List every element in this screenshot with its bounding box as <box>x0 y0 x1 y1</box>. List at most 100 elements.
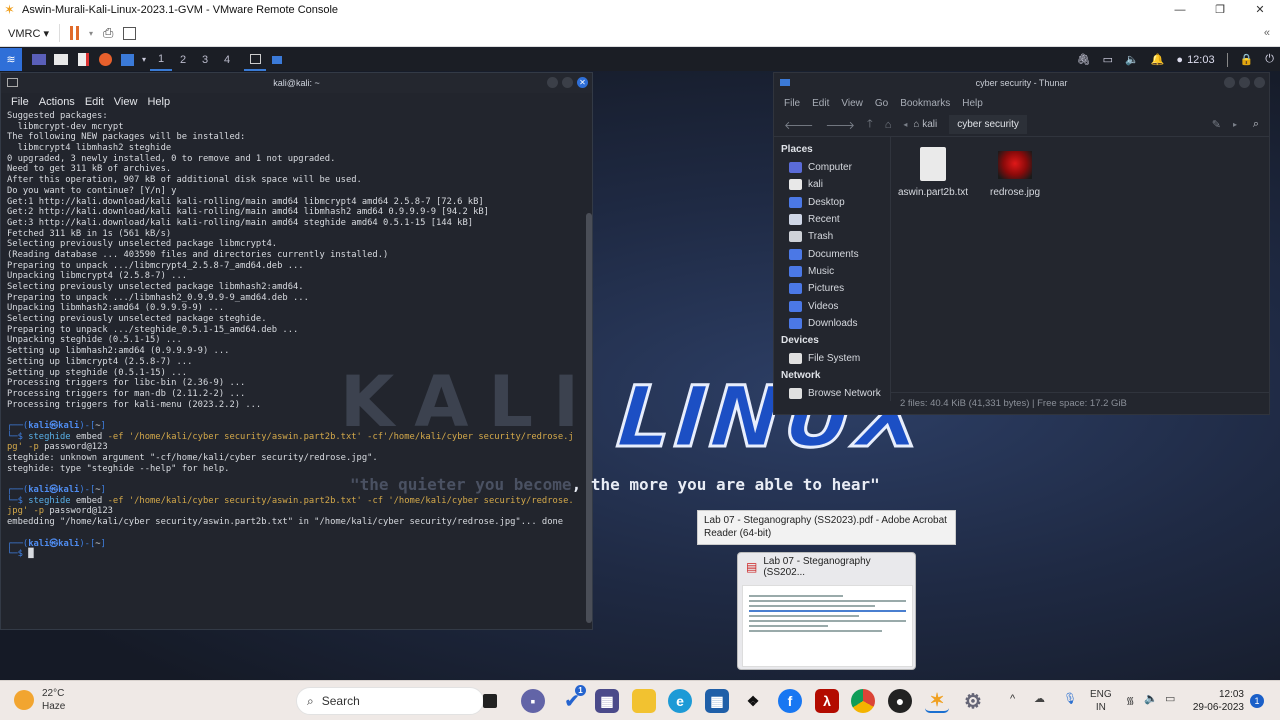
sidebar-item-computer[interactable]: Computer <box>774 159 889 176</box>
minimize-button[interactable]: — <box>1160 0 1200 20</box>
workspace-1[interactable]: 1 <box>150 48 172 71</box>
taskbar-clock[interactable]: 12:03 29-06-2023 <box>1186 688 1244 714</box>
menu-help[interactable]: Help <box>147 96 170 108</box>
vmware-remote-console-icon[interactable]: ✶ <box>925 689 949 713</box>
thunar-minimize-button[interactable] <box>1224 77 1235 88</box>
task-thunar[interactable] <box>266 48 288 71</box>
path-kali[interactable]: ⌂ kali <box>913 119 937 130</box>
sidebar-item-pictures[interactable]: Pictures <box>774 280 889 297</box>
menu-view[interactable]: View <box>114 96 138 108</box>
task-terminal[interactable] <box>244 48 266 71</box>
terminal-scrollbar[interactable] <box>586 213 592 623</box>
panel-clock[interactable]: 12:03 <box>1187 54 1215 66</box>
kali-menu-icon[interactable]: ≋ <box>0 48 22 71</box>
wifi-icon[interactable]: ᯾ <box>1126 693 1135 707</box>
power-icon[interactable]: ⏻ <box>1265 53 1274 66</box>
file-item[interactable]: redrose.jpg <box>975 147 1055 198</box>
workspace-3[interactable]: 3 <box>194 48 216 71</box>
terminal-line: Fetched 311 kB in 1s (561 kB/s) <box>7 228 172 239</box>
firefox-icon[interactable] <box>94 48 116 71</box>
send-keys-icon[interactable]: ⎙ <box>103 25 113 41</box>
sidebar-item-browse-network[interactable]: Browse Network <box>774 385 889 402</box>
thunar-menu-help[interactable]: Help <box>962 98 983 109</box>
speaker-icon[interactable]: 🔈 <box>1144 692 1158 705</box>
menu-actions[interactable]: Actions <box>39 96 75 108</box>
back-icon[interactable]: 🡐 <box>784 118 814 132</box>
bell-icon[interactable]: 🔔 <box>1151 53 1165 66</box>
dropbox-icon[interactable]: ❖ <box>741 689 765 713</box>
thunar-menu-go[interactable]: Go <box>875 98 888 109</box>
path-right-icon[interactable]: ▸ <box>1233 120 1237 129</box>
thunar-menu-bookmarks[interactable]: Bookmarks <box>900 98 950 109</box>
weather-widget[interactable]: 22°C Haze <box>14 687 65 713</box>
thunar-maximize-button[interactable] <box>1239 77 1250 88</box>
sidebar-item-file-system[interactable]: File System <box>774 350 889 367</box>
notification-badge[interactable]: 1 <box>1250 694 1264 708</box>
edit-path-icon[interactable]: ✎ <box>1212 118 1221 131</box>
terminal-minimize-button[interactable] <box>547 77 558 88</box>
sidebar-item-music[interactable]: Music <box>774 263 889 280</box>
sidebar-item-trash[interactable]: Trash <box>774 228 889 245</box>
chrome-icon[interactable] <box>851 689 875 713</box>
display-icon[interactable]: ▭ <box>1103 53 1113 66</box>
sidebar-item-recent[interactable]: Recent <box>774 211 889 228</box>
calculator-app-icon[interactable]: ▦ <box>595 689 619 713</box>
maximize-button[interactable]: ❐ <box>1200 0 1240 20</box>
terminal-launcher-icon[interactable] <box>116 48 138 71</box>
path-left-icon[interactable]: ◂ <box>903 120 907 129</box>
facebook-icon[interactable]: f <box>778 689 802 713</box>
obs-icon[interactable]: ● <box>888 689 912 713</box>
windows-start-icon[interactable] <box>262 691 282 711</box>
path-cyber-security[interactable]: cyber security <box>949 115 1027 134</box>
task-view-icon[interactable] <box>483 694 497 708</box>
sidebar-item-downloads[interactable]: Downloads <box>774 315 889 332</box>
chevron-down-icon[interactable]: ▾ <box>138 48 150 71</box>
teams-chat-icon[interactable]: ▪ <box>521 689 545 713</box>
todo-icon[interactable]: ✔ 1 <box>560 685 586 713</box>
vmrc-menu-button[interactable]: VMRC ▾ <box>8 27 49 40</box>
close-button[interactable]: ✕ <box>1240 0 1280 20</box>
store-icon[interactable]: ▦ <box>705 689 729 713</box>
taskbar-search[interactable]: ⌕ Search <box>296 687 484 715</box>
search-icon[interactable]: ⌕ <box>1253 118 1259 131</box>
paperclip-icon[interactable]: 🖇 <box>1077 53 1091 66</box>
acrobat-icon[interactable]: λ <box>815 689 839 713</box>
language-indicator[interactable]: ENG IN <box>1090 688 1112 714</box>
menu-file[interactable]: File <box>11 96 29 108</box>
sidebar-item-videos[interactable]: Videos <box>774 297 889 314</box>
lock-icon[interactable]: 🔒 <box>1240 53 1254 66</box>
sidebar-item-documents[interactable]: Documents <box>774 245 889 262</box>
battery-icon[interactable]: ▭ <box>1165 692 1175 705</box>
thunar-menu-file[interactable]: File <box>784 98 800 109</box>
text-editor-icon[interactable] <box>72 48 94 71</box>
workspace-4[interactable]: 4 <box>216 48 238 71</box>
terminal-close-button[interactable]: ✕ <box>577 77 588 88</box>
file-explorer-icon[interactable] <box>632 689 656 713</box>
pause-icon[interactable] <box>69 26 79 40</box>
home-icon[interactable]: ⌂ <box>885 119 892 131</box>
collapse-icon[interactable]: « <box>1264 27 1270 39</box>
thunar-close-button[interactable] <box>1254 77 1265 88</box>
edge-icon[interactable]: e <box>668 689 692 713</box>
menu-edit[interactable]: Edit <box>85 96 104 108</box>
thunar-menu-view[interactable]: View <box>841 98 863 109</box>
microphone-icon[interactable]: 🎙 <box>1063 692 1077 705</box>
sidebar-item-desktop[interactable]: Desktop <box>774 194 889 211</box>
terminal-maximize-button[interactable] <box>562 77 573 88</box>
file-item[interactable]: aswin.part2b.txt <box>893 147 973 198</box>
file-manager-icon[interactable] <box>50 48 72 71</box>
fullscreen-icon[interactable] <box>123 26 137 40</box>
workspace-2[interactable]: 2 <box>172 48 194 71</box>
sidebar-item-kali[interactable]: kali <box>774 176 889 193</box>
show-hidden-icons[interactable]: ^ <box>1010 693 1015 705</box>
show-desktop-icon[interactable] <box>28 48 50 71</box>
forward-icon[interactable]: 🡒 <box>826 118 856 132</box>
taskbar-window-preview[interactable]: ▤ Lab 07 - Steganography (SS202... <box>737 552 916 670</box>
up-icon[interactable]: 🡑 <box>867 115 873 134</box>
thunar-menu-edit[interactable]: Edit <box>812 98 829 109</box>
volume-icon[interactable]: 🔈 <box>1125 53 1139 66</box>
terminal-output[interactable]: Suggested packages: libmcrypt-dev mcrypt… <box>7 111 582 560</box>
settings-gear-icon[interactable]: ⚙ <box>961 689 985 713</box>
sidebar-item-label: Downloads <box>808 317 858 329</box>
onedrive-icon[interactable]: ☁ <box>1034 692 1045 705</box>
